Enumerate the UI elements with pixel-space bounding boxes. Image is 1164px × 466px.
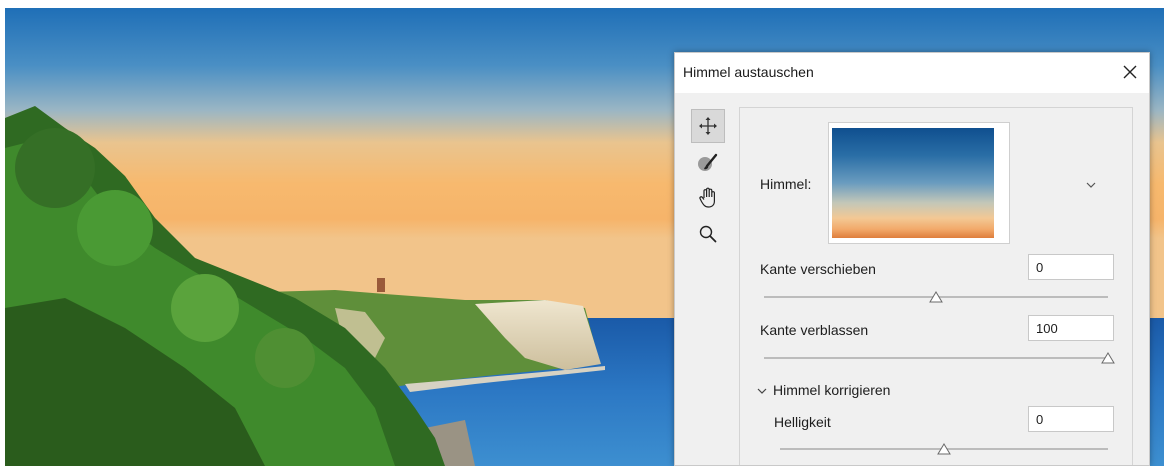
brightness-slider-handle[interactable]	[937, 443, 951, 455]
shift-edge-input[interactable]: 0	[1028, 254, 1114, 280]
close-icon	[1123, 65, 1137, 79]
zoom-icon	[699, 225, 717, 243]
chevron-down-icon	[757, 388, 767, 394]
tool-palette	[691, 109, 729, 253]
sky-replacement-dialog: Himmel austauschen Himmel: Kante verschi…	[674, 52, 1150, 466]
zoom-tool-button[interactable]	[691, 217, 725, 251]
dialog-titlebar[interactable]: Himmel austauschen	[675, 53, 1149, 93]
move-icon	[699, 117, 717, 135]
fade-edge-label: Kante verblassen	[760, 322, 869, 338]
sky-preset-selector[interactable]	[828, 122, 1096, 244]
dialog-title: Himmel austauschen	[683, 64, 814, 80]
shift-edge-slider-handle[interactable]	[929, 291, 943, 303]
brush-icon	[698, 153, 718, 171]
correct-sky-section-label: Himmel korrigieren	[773, 382, 891, 398]
close-button[interactable]	[1115, 58, 1145, 86]
settings-panel: Himmel: Kante verschieben 0 Kante verbla…	[739, 107, 1133, 465]
shift-edge-label: Kante verschieben	[760, 261, 876, 277]
move-tool-button[interactable]	[691, 109, 725, 143]
correct-sky-section-toggle[interactable]: Himmel korrigieren	[756, 380, 956, 400]
brightness-input[interactable]: 0	[1028, 406, 1114, 432]
sky-label: Himmel:	[760, 176, 812, 192]
sky-brush-tool-button[interactable]	[691, 145, 725, 179]
brightness-label: Helligkeit	[774, 414, 831, 430]
fade-edge-slider-handle[interactable]	[1101, 352, 1115, 364]
sky-preset-thumbnail	[832, 128, 994, 238]
fade-edge-slider[interactable]	[764, 357, 1108, 359]
hand-icon	[699, 187, 715, 208]
chevron-down-icon	[1086, 182, 1096, 188]
fade-edge-input[interactable]: 100	[1028, 315, 1114, 341]
hand-tool-button[interactable]	[691, 181, 725, 215]
